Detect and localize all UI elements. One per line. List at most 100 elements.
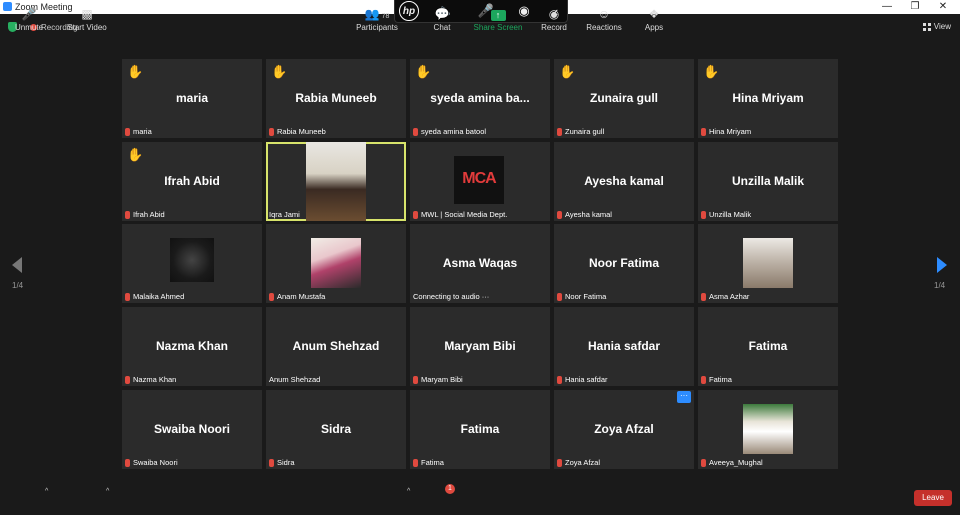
participant-label-text: syeda amina batool — [421, 127, 487, 136]
muted-microphone-icon: 🎤 — [21, 7, 37, 21]
muted-mic-icon — [413, 127, 418, 136]
participant-tile[interactable]: Asma Waqas Connecting to audio ··· — [410, 224, 550, 303]
participant-label: syeda amina batool — [413, 127, 486, 136]
participant-tile[interactable]: Asma Azhar — [698, 224, 838, 303]
participant-tile[interactable]: Hania safdar Hania safdar — [554, 307, 694, 386]
participant-name: Sidra — [320, 422, 351, 436]
start-video-label: Start Video — [67, 23, 107, 32]
record-icon: ◉ — [548, 7, 560, 21]
participant-label: Anam Mustafa — [269, 292, 325, 301]
muted-mic-icon — [269, 127, 274, 136]
participant-tile[interactable]: Maryam Bibi Maryam Bibi — [410, 307, 550, 386]
participant-tile[interactable]: Aveeya_Mughal — [698, 390, 838, 469]
video-options-caret-icon[interactable]: ^ — [106, 488, 109, 495]
video-off-icon: ▩ — [81, 7, 93, 21]
muted-mic-icon — [557, 210, 562, 219]
participant-label: Malaika Ahmed — [125, 292, 184, 301]
organization-logo-text: MCA — [462, 170, 496, 187]
participant-tile[interactable]: Unzilla Malik Unzilla Malik — [698, 142, 838, 221]
participant-label-text: Zunaira gull — [565, 127, 605, 136]
restore-button[interactable]: ❐ — [901, 0, 929, 14]
muted-mic-icon — [413, 375, 418, 384]
muted-mic-icon — [701, 210, 706, 219]
apps-label: Apps — [644, 23, 664, 32]
more-options-button[interactable]: ··· — [677, 391, 691, 403]
participant-label: Connecting to audio ··· — [413, 292, 489, 301]
participant-label-text: Asma Azhar — [709, 292, 750, 301]
participant-label-text: Noor Fatima — [565, 292, 607, 301]
participant-label-text: Ifrah Abid — [133, 210, 165, 219]
hp-logo-icon: hp — [399, 1, 419, 21]
participant-tile[interactable]: ✋ Hina Mriyam Hina Mriyam — [698, 59, 838, 138]
next-page-arrow-icon[interactable] — [937, 257, 947, 273]
participant-tile[interactable]: Sidra Sidra — [266, 390, 406, 469]
participant-label: Ifrah Abid — [125, 210, 165, 219]
unmute-button[interactable]: 🎤 Unmute — [8, 0, 50, 35]
muted-mic-icon — [701, 292, 706, 301]
chat-button[interactable]: 💬 Chat — [425, 0, 459, 35]
participant-tile[interactable]: ✋ Zunaira gull Zunaira gull — [554, 59, 694, 138]
meeting-toolbar — [0, 480, 960, 515]
participant-name: Noor Fatima — [588, 256, 659, 270]
muted-mic-icon — [125, 292, 130, 301]
participant-tile[interactable]: ✋ maria maria — [122, 59, 262, 138]
participant-tile[interactable]: ✋ syeda amina ba... syeda amina batool — [410, 59, 550, 138]
participant-label: Unzilla Malik — [701, 210, 751, 219]
participant-name: Ifrah Abid — [164, 174, 220, 188]
unmute-label: Unmute — [14, 23, 43, 32]
muted-mic-icon — [557, 458, 562, 467]
view-button[interactable]: View — [922, 22, 951, 31]
participant-tile[interactable]: Malaika Ahmed — [122, 224, 262, 303]
participant-label-text: Iqra Jami — [269, 210, 300, 219]
participant-tile[interactable]: ✋ Rabia Muneeb Rabia Muneeb — [266, 59, 406, 138]
share-screen-label: Share Screen — [473, 23, 523, 32]
muted-mic-icon — [269, 292, 274, 301]
participant-tile[interactable]: Zoya Afzal Zoya Afzal — [554, 390, 694, 469]
share-screen-button[interactable]: ↑ Share Screen — [472, 0, 524, 35]
participant-tile[interactable]: Nazma Khan Nazma Khan — [122, 307, 262, 386]
previous-page-arrow-icon[interactable] — [12, 257, 22, 273]
muted-mic-icon — [413, 458, 418, 467]
participant-label: Hania safdar — [557, 375, 608, 384]
participant-label-text: Zoya Afzal — [565, 458, 601, 467]
participant-tile[interactable]: ✋ Ifrah Abid Ifrah Abid — [122, 142, 262, 221]
chat-icon: 💬 — [434, 7, 450, 21]
record-button[interactable]: ◉ Record — [536, 0, 572, 35]
raised-hand-icon: ✋ — [127, 147, 144, 162]
participant-tile[interactable]: Noor Fatima Noor Fatima — [554, 224, 694, 303]
participant-label: Maryam Bibi — [413, 375, 463, 384]
muted-mic-icon — [701, 458, 706, 467]
page-indicator-left: 1/4 — [12, 281, 24, 290]
minimize-button[interactable]: — — [873, 0, 901, 14]
participant-name: Zunaira gull — [589, 91, 658, 105]
participant-label-text: Aveeya_Mughal — [709, 458, 763, 467]
participants-button[interactable]: 👥 78 Participants — [352, 0, 402, 35]
participant-tile[interactable]: Anum Shehzad Anum Shehzad — [266, 307, 406, 386]
participant-video-thumbnail — [743, 404, 793, 454]
reactions-button[interactable]: ☺ Reactions — [584, 0, 624, 35]
participant-label: Rabia Muneeb — [269, 127, 326, 136]
participant-tile[interactable]: Iqra Jami — [266, 142, 406, 221]
participant-tile[interactable]: Anam Mustafa — [266, 224, 406, 303]
apps-button[interactable]: ❖ Apps — [638, 0, 670, 35]
participant-tile[interactable]: Fatima Fatima — [410, 390, 550, 469]
muted-mic-icon — [701, 127, 706, 136]
muted-mic-icon — [557, 127, 562, 136]
raised-hand-icon: ✋ — [559, 64, 576, 79]
participants-options-caret-icon[interactable]: ^ — [407, 488, 410, 495]
muted-mic-icon — [125, 458, 130, 467]
apps-icon: ❖ — [648, 7, 660, 21]
leave-meeting-button[interactable]: Leave — [914, 490, 952, 506]
muted-mic-icon — [557, 292, 562, 301]
participant-label: Zunaira gull — [557, 127, 604, 136]
participant-tile[interactable]: Fatima Fatima — [698, 307, 838, 386]
participant-label: MWL | Social Media Dept. — [413, 210, 507, 219]
participant-tile[interactable]: Swaiba Noori Swaiba Noori — [122, 390, 262, 469]
participant-label: Nazma Khan — [125, 375, 176, 384]
participant-tile[interactable]: Ayesha kamal Ayesha kamal — [554, 142, 694, 221]
close-button[interactable]: ✕ — [929, 0, 957, 14]
muted-mic-icon — [125, 375, 130, 384]
participant-tile[interactable]: MCA MWL | Social Media Dept. — [410, 142, 550, 221]
audio-options-caret-icon[interactable]: ^ — [45, 488, 48, 495]
start-video-button[interactable]: ▩ Start Video — [62, 0, 112, 35]
